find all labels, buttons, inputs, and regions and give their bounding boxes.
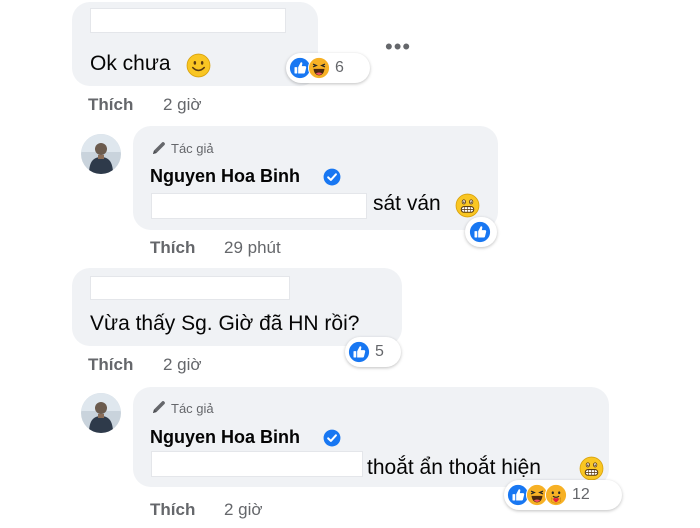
care-icon: [545, 484, 567, 506]
reply-time[interactable]: 2 giờ: [224, 500, 263, 520]
like-button[interactable]: Thích: [88, 95, 133, 115]
author-name[interactable]: Nguyen Hoa Binh: [150, 166, 300, 187]
haha-icon: [308, 57, 330, 79]
reply-text-redacted: [151, 451, 363, 477]
comment-text: Vừa thấy Sg. Giờ đã HN rồi?: [90, 312, 360, 335]
reaction-count: 6: [335, 59, 344, 76]
grimace-emoji: [579, 456, 604, 481]
comment-text: Ok chưa: [90, 52, 171, 75]
reaction-summary[interactable]: [465, 217, 497, 247]
reply-time[interactable]: 29 phút: [224, 238, 281, 258]
avatar[interactable]: [81, 393, 121, 433]
reply-text: thoắt ẩn thoắt hiện: [367, 456, 541, 479]
more-horizontal-icon[interactable]: •••: [385, 34, 411, 60]
reply-text: sát ván: [373, 192, 441, 215]
like-button[interactable]: Thích: [150, 500, 195, 520]
comment-time[interactable]: 2 giờ: [163, 95, 202, 115]
comment-time[interactable]: 2 giờ: [163, 355, 202, 375]
verified-badge-icon: [323, 429, 341, 447]
reply-text-redacted: [151, 193, 367, 219]
like-button[interactable]: Thích: [150, 238, 195, 258]
avatar[interactable]: [81, 134, 121, 174]
verified-badge-icon: [323, 168, 341, 186]
author-name[interactable]: Nguyen Hoa Binh: [150, 427, 300, 448]
reaction-summary[interactable]: 12: [504, 480, 622, 510]
like-icon: [348, 341, 370, 363]
grimace-emoji: [455, 193, 480, 218]
author-tag: Tác giả: [171, 141, 214, 156]
commenter-name-redacted: [90, 8, 286, 33]
like-button[interactable]: Thích: [88, 355, 133, 375]
pencil-icon: [151, 140, 167, 156]
commenter-name-redacted: [90, 276, 290, 300]
smile-emoji: [186, 53, 211, 78]
reaction-summary[interactable]: 5: [345, 337, 401, 367]
author-tag: Tác giả: [171, 401, 214, 416]
reaction-count: 12: [572, 486, 590, 503]
reaction-count: 5: [375, 343, 384, 360]
like-icon: [469, 221, 491, 243]
pencil-icon: [151, 399, 167, 415]
reaction-summary[interactable]: 6: [286, 53, 370, 83]
